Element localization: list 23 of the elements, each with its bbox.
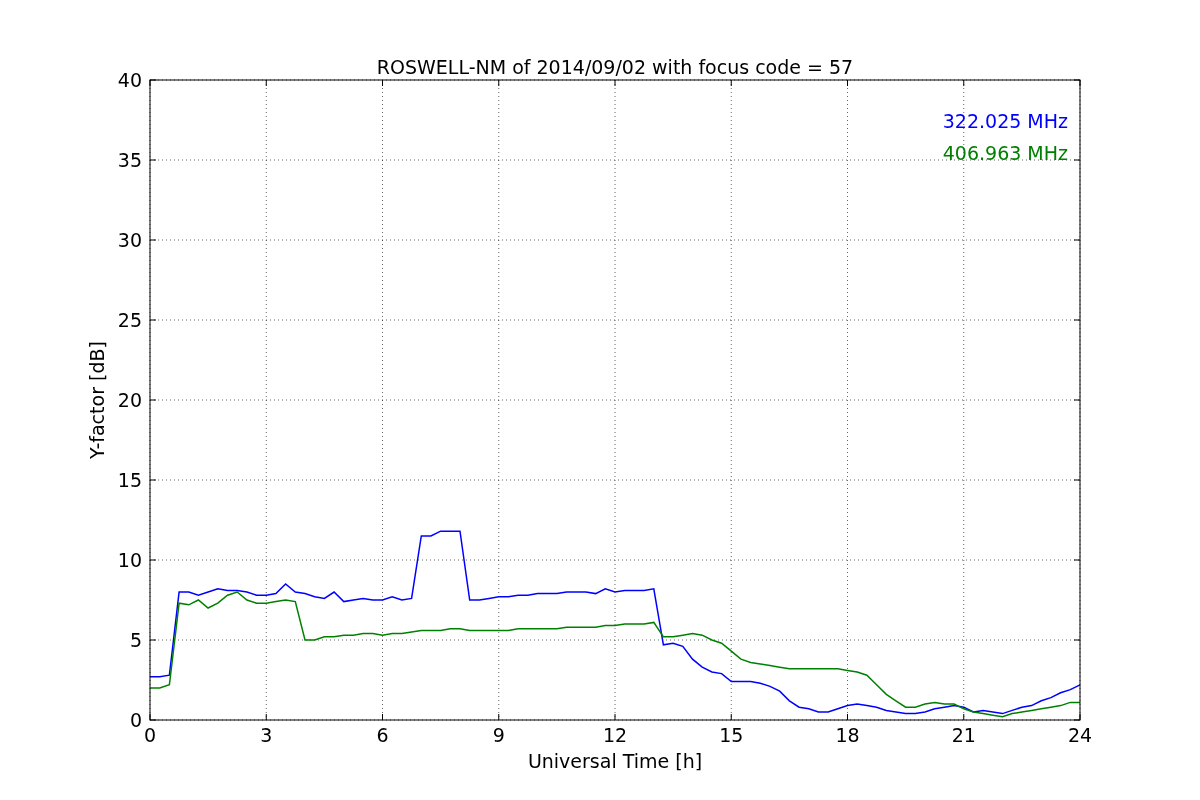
- tick-label: 5: [129, 629, 142, 651]
- tick-label: 12: [602, 724, 628, 746]
- tick-label: 35: [117, 149, 142, 171]
- tick-label: 0: [143, 724, 157, 746]
- axis-label: Y-factor [dB]: [86, 341, 108, 459]
- legend-label: 322.025 MHz: [942, 110, 1068, 132]
- tick-label: 40: [117, 69, 142, 91]
- chart-title: ROSWELL-NM of 2014/09/02 with focus code = 57: [376, 56, 854, 78]
- axis-label: Universal Time [h]: [527, 750, 703, 772]
- tick-label: 0: [129, 709, 142, 731]
- tick-label: 3: [260, 724, 273, 746]
- tick-label: 15: [719, 724, 744, 746]
- tick-label: 9: [492, 724, 505, 746]
- tick-label: 24: [1067, 724, 1093, 746]
- tick-label: 6: [376, 724, 389, 746]
- tick-label: 25: [117, 309, 142, 331]
- tick-label: 15: [117, 469, 142, 491]
- legend-label: 406.963 MHz: [942, 142, 1068, 164]
- tick-label: 21: [951, 724, 976, 746]
- tick-label: 20: [117, 389, 142, 411]
- tick-label: 30: [117, 229, 142, 251]
- tick-label: 18: [835, 724, 860, 746]
- tick-label: 10: [117, 549, 142, 571]
